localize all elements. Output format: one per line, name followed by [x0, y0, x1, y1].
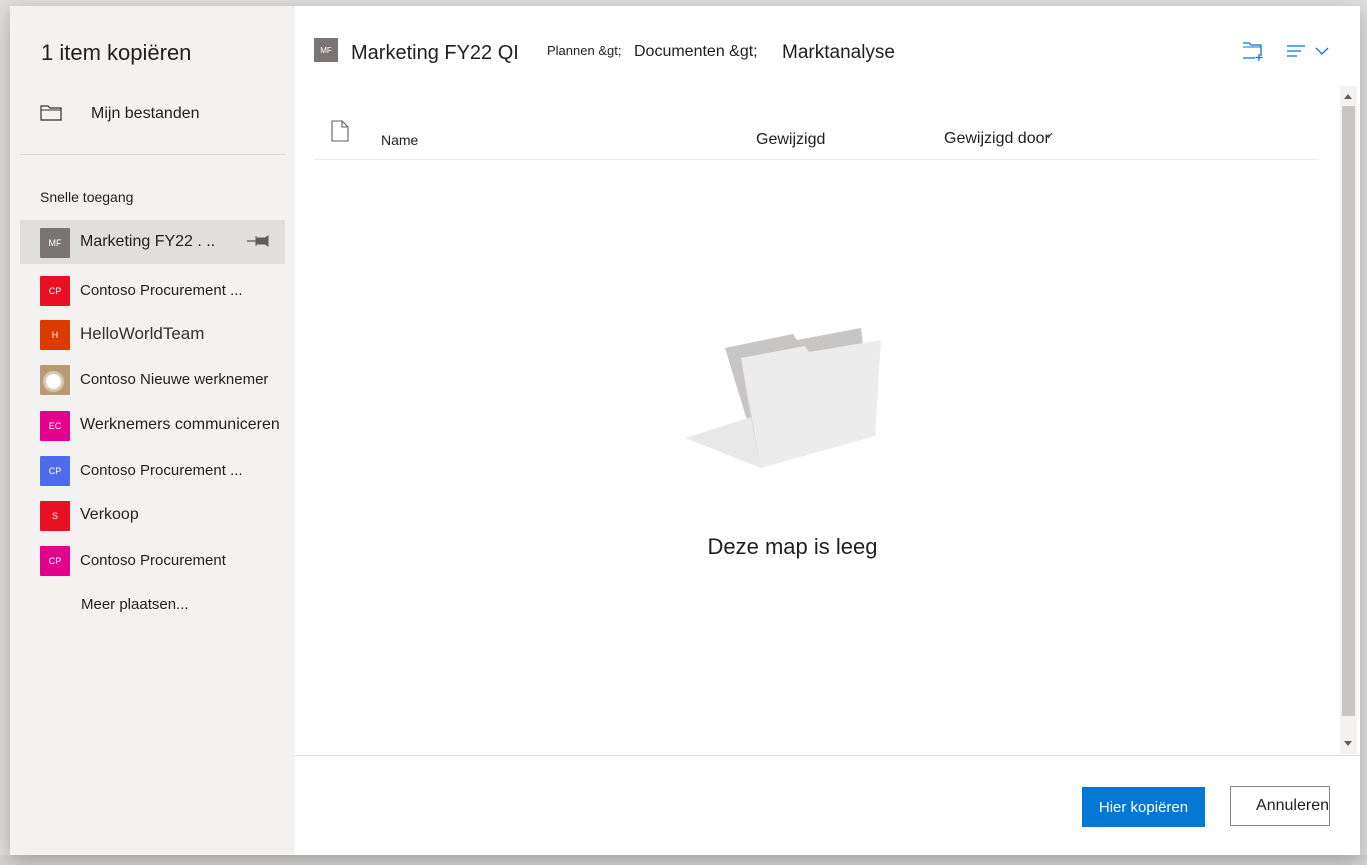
new-folder-button[interactable]	[1241, 40, 1267, 66]
site-avatar: CP	[40, 546, 70, 576]
breadcrumb-site[interactable]: Marketing FY22 QI	[351, 42, 519, 65]
site-item-marketing[interactable]: MF Marketing FY22 . ..	[20, 220, 285, 264]
site-avatar: MF	[40, 228, 70, 258]
site-item-contoso-procurement-1[interactable]: CP Contoso Procurement ...	[20, 268, 285, 312]
breadcrumb-plannen[interactable]: Plannen &gt;	[547, 43, 621, 58]
site-item-werknemers-communiceren[interactable]: EC Werknemers communiceren	[20, 403, 285, 447]
breadcrumb-documenten[interactable]: Documenten &gt;	[634, 43, 758, 61]
site-avatar: H	[40, 320, 70, 350]
list-header: Name Gewijzigd Gewijzigd door✓	[314, 116, 1319, 160]
dialog-title: 1 item kopiëren	[41, 40, 192, 65]
site-label: Contoso Procurement ...	[80, 282, 243, 299]
location-nav: 1 item kopiëren Mijn bestanden Snelle to…	[10, 6, 295, 855]
site-label: Contoso Procurement ...	[80, 462, 243, 479]
empty-folder-message: Deze map is leeg	[707, 534, 878, 559]
cancel-button[interactable]: Annuleren	[1230, 786, 1330, 826]
background-page-bottom	[0, 855, 1367, 865]
site-label: Contoso Procurement	[80, 552, 226, 569]
more-places-link[interactable]: Meer plaatsen...	[81, 596, 189, 613]
folder-icon	[40, 104, 62, 127]
site-avatar: CP	[40, 456, 70, 486]
site-label: Contoso Nieuwe werknemer	[80, 371, 269, 388]
folder-view: MF Marketing FY22 QI Plannen &gt; Docume…	[295, 6, 1360, 855]
site-label: HelloWorldTeam	[80, 324, 205, 343]
footer-divider	[295, 755, 1360, 756]
file-type-icon[interactable]	[331, 120, 349, 147]
site-avatar: EC	[40, 411, 70, 441]
copy-here-button[interactable]: Hier kopiëren	[1082, 787, 1205, 827]
new-folder-icon	[1243, 42, 1263, 61]
nav-divider	[20, 154, 285, 155]
scroll-thumb[interactable]	[1342, 106, 1355, 716]
empty-folder-icon	[685, 328, 881, 468]
my-files-label: Mijn bestanden	[91, 105, 200, 122]
sort-chevron-icon: ✓	[1045, 131, 1055, 142]
coffee-cup-image	[40, 365, 70, 395]
vertical-scrollbar[interactable]	[1340, 86, 1357, 754]
site-item-contoso-procurement-2[interactable]: CP Contoso Procurement ...	[20, 448, 285, 492]
my-files-item[interactable]: Mijn bestanden	[20, 94, 285, 134]
scroll-up-arrow-icon[interactable]	[1344, 94, 1352, 99]
list-view-icon	[1287, 45, 1329, 57]
site-item-verkoop[interactable]: S Verkoop	[20, 493, 285, 537]
site-label: Verkoop	[80, 506, 139, 523]
column-modified-by[interactable]: Gewijzigd door✓	[944, 130, 1054, 148]
site-label: Marketing FY22 . ..	[80, 233, 216, 250]
breadcrumb-current: Marktanalyse	[782, 42, 895, 63]
site-item-contoso-nieuwe-werknemer[interactable]: Contoso Nieuwe werknemer	[20, 357, 285, 401]
scroll-down-arrow-icon[interactable]	[1344, 741, 1352, 746]
site-avatar: MF	[314, 38, 338, 62]
site-item-contoso-procurement-3[interactable]: CP Contoso Procurement	[20, 538, 285, 582]
site-item-helloworldteam[interactable]: H HelloWorldTeam	[20, 312, 285, 356]
column-modified[interactable]: Gewijzigd	[756, 131, 825, 149]
site-label: Werknemers communiceren	[80, 416, 280, 433]
site-avatar: S	[40, 501, 70, 531]
view-options-button[interactable]	[1285, 42, 1333, 64]
column-modified-by-label: Gewijzigd door	[944, 130, 1050, 147]
column-name[interactable]: Name	[381, 132, 418, 148]
copy-dialog: 1 item kopiëren Mijn bestanden Snelle to…	[10, 6, 1360, 855]
site-avatar: CP	[40, 276, 70, 306]
quick-access-heading: Snelle toegang	[40, 189, 134, 205]
pin-icon[interactable]	[247, 234, 269, 253]
